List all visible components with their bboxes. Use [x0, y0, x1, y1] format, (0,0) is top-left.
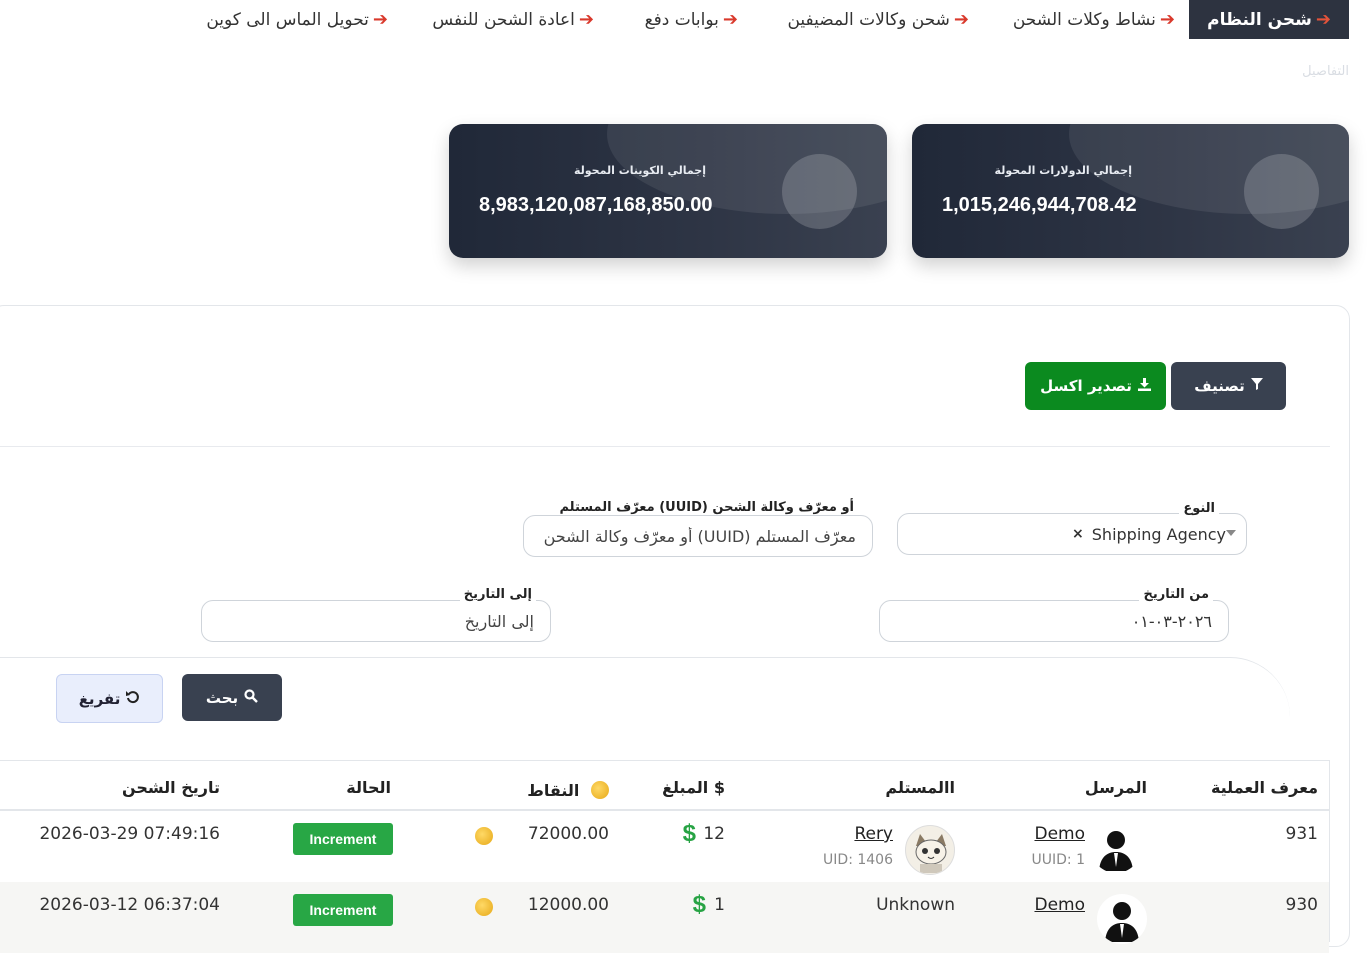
sender-link[interactable]: Demo: [1034, 824, 1085, 844]
avatar: [905, 825, 955, 875]
arrow-right-icon: ➔: [578, 9, 594, 30]
user-silhouette-icon: [1099, 831, 1133, 871]
nav-item-self-recharge[interactable]: ➔ اعادة الشحن للنفس: [432, 0, 594, 39]
export-label: تصدير اكسل: [1040, 377, 1132, 395]
arrow-right-icon: ➔: [372, 9, 388, 30]
arrow-right-icon: ➔: [953, 9, 969, 30]
to-date-field: [201, 600, 551, 642]
type-label: النوع: [1179, 501, 1219, 516]
nav-item-label: نشاط وكلات الشحن: [1012, 9, 1156, 30]
clear-icon[interactable]: ×: [1072, 526, 1084, 542]
nav-item-label: اعادة الشحن للنفس: [432, 9, 575, 30]
receiver-input[interactable]: [538, 525, 858, 547]
user-silhouette-icon: [1105, 902, 1139, 942]
receiver-name: Unknown: [876, 895, 955, 915]
nav-item-label: شحن النظام: [1207, 9, 1312, 30]
reset-button[interactable]: تفريغ: [56, 674, 163, 723]
table-row: 930 Demo Unknown 1 $ 12000.00 Increment …: [0, 882, 1329, 953]
search-icon: [244, 688, 259, 707]
receiver-link[interactable]: Rery: [854, 824, 893, 844]
nav-item-agency-activity[interactable]: ➔ نشاط وكلات الشحن: [1013, 0, 1175, 39]
coin-icon: [475, 827, 493, 845]
nav-item-label: شحن وكالات المضيفين: [787, 9, 950, 30]
sender-link[interactable]: Demo: [1034, 895, 1085, 915]
cat-avatar-icon: [915, 834, 947, 873]
points-header-label: النقاط: [527, 781, 580, 800]
status-badge: Increment: [293, 894, 393, 926]
avatar: [1091, 823, 1141, 873]
filter-icon: [1250, 378, 1263, 394]
col-header-points: النقاط: [527, 778, 609, 800]
nav-item-system-charge[interactable]: ➔ شحن النظام: [1189, 0, 1349, 39]
transactions-table: معرف العملية المرسل االمستلم المبلغ $ ال…: [0, 760, 1330, 953]
status-badge: Increment: [293, 823, 393, 855]
search-label: بحث: [205, 688, 239, 707]
details-link[interactable]: التفاصيل: [1302, 64, 1349, 79]
type-selected-value: Shipping Agency: [1091, 524, 1226, 544]
to-date-label: إلى التاريخ: [459, 587, 536, 602]
cell-amount: 12: [703, 824, 725, 844]
receiver-field: [523, 515, 873, 557]
coin-icon: [591, 781, 609, 799]
cell-date: 2026-03-12 06:37:04: [39, 895, 220, 915]
cell-points: 12000.00: [527, 895, 609, 915]
top-nav: ➔ شحن النظام ➔ نشاط وكلات الشحن ➔ شحن وك…: [0, 0, 1367, 40]
col-header-amount: المبلغ $: [662, 778, 725, 797]
table-row: 931 Demo UUID: 1 Rery UID: 1406 12 $ 720…: [0, 811, 1329, 882]
col-header-id: معرف العملية: [1210, 778, 1318, 797]
stat-value: 8,983,120,087,168,850.00: [479, 194, 713, 216]
download-icon: [1137, 377, 1151, 395]
classify-label: تصنيف: [1194, 377, 1245, 395]
dollar-icon: $: [692, 891, 706, 918]
col-header-receiver: االمستلم: [885, 778, 955, 797]
card-circle-decoration: [1244, 154, 1319, 229]
col-header-sender: المرسل: [1084, 778, 1147, 797]
arrow-right-icon: ➔: [722, 9, 738, 30]
cell-id: 931: [1285, 824, 1318, 844]
receiver-uid: UID: 1406: [823, 852, 893, 868]
nav-item-label: بوابات دفع: [644, 9, 719, 30]
from-date-input[interactable]: [894, 610, 1214, 632]
receiver-label: معرّف المستلم (UUID) أو معرّف وكالة الشح…: [555, 500, 858, 515]
dollar-icon: $: [682, 820, 696, 847]
nav-item-diamond-to-coin[interactable]: ➔ تحويل الماس الى كوين: [206, 0, 388, 39]
nav-item-payment-gateways[interactable]: ➔ بوابات دفع: [645, 0, 738, 39]
avatar: [1097, 894, 1147, 944]
chevron-down-icon: [1226, 530, 1236, 536]
arrow-right-icon: ➔: [1315, 9, 1331, 30]
divider: [0, 446, 1330, 447]
stat-card-coins: إجمالي الكوينات المحولة 8,983,120,087,16…: [449, 124, 887, 258]
undo-icon: [126, 690, 140, 708]
reset-label: تفريغ: [78, 689, 121, 708]
from-date-label: من التاريخ: [1139, 587, 1213, 602]
classify-button[interactable]: تصنيف: [1171, 362, 1286, 410]
stat-label: إجمالي الدولارات المحولة: [994, 164, 1132, 177]
coin-icon: [475, 898, 493, 916]
nav-item-host-agency-charge[interactable]: ➔ شحن وكالات المضيفين: [787, 0, 969, 39]
from-date-field: [879, 600, 1229, 642]
col-header-status: الحالة: [346, 778, 391, 797]
search-button[interactable]: بحث: [182, 674, 282, 721]
cell-amount: 1: [714, 895, 725, 915]
cell-points: 72000.00: [527, 824, 609, 844]
cell-id: 930: [1285, 895, 1318, 915]
col-header-date: تاريخ الشحن: [121, 778, 220, 797]
to-date-input[interactable]: [216, 610, 536, 632]
sender-uuid: UUID: 1: [1031, 852, 1085, 868]
stat-card-dollars: إجمالي الدولارات المحولة 1,015,246,944,7…: [912, 124, 1349, 258]
stat-value: 1,015,246,944,708.42: [942, 194, 1137, 216]
type-select[interactable]: Shipping Agency ×: [897, 513, 1247, 555]
stat-label: إجمالي الكوينات المحولة: [573, 164, 706, 177]
nav-item-label: تحويل الماس الى كوين: [206, 9, 369, 30]
export-excel-button[interactable]: تصدير اكسل: [1025, 362, 1166, 410]
arrow-right-icon: ➔: [1159, 9, 1175, 30]
cell-date: 2026-03-29 07:49:16: [39, 824, 220, 844]
card-circle-decoration: [782, 154, 857, 229]
